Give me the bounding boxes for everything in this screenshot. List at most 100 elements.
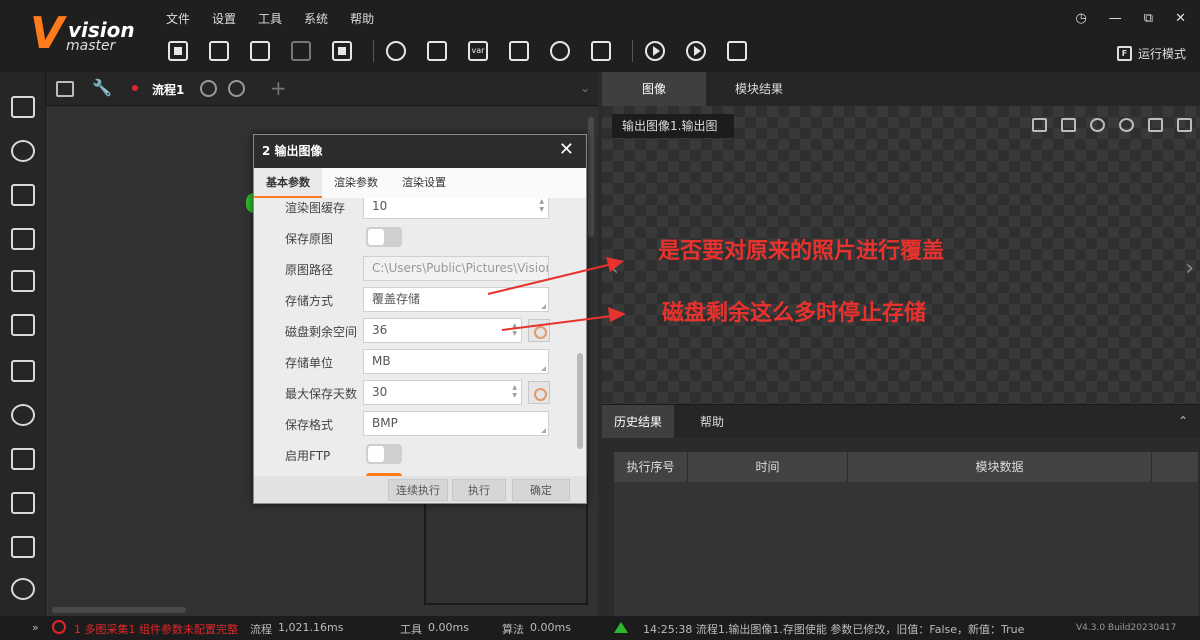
image-source-select[interactable]: 输出图像1.输出图 <box>612 114 734 138</box>
disk-space-input[interactable]: 36 ▲ ▼ <box>363 318 522 343</box>
canvas-vertical-scrollbar[interactable] <box>588 117 594 237</box>
menu-file[interactable]: 文件 <box>166 10 190 27</box>
column-module-data[interactable]: 模块数据 <box>848 452 1152 482</box>
image-settings-tool-icon[interactable] <box>11 448 35 470</box>
tab-help[interactable]: 帮助 <box>674 405 750 439</box>
device-icon[interactable] <box>509 41 529 61</box>
toolbar-separator <box>632 40 633 62</box>
compare-tool-icon[interactable] <box>11 360 35 382</box>
recognition-tool-icon[interactable] <box>11 404 35 426</box>
tab-image[interactable]: 图像 <box>602 72 706 106</box>
tree-icon[interactable] <box>56 81 74 97</box>
locate-tool-icon[interactable] <box>11 140 35 162</box>
run-loop-icon[interactable] <box>686 41 706 61</box>
log-message: 14:25:38 流程1.输出图像1.存图使能 参数已修改，旧值：False，新… <box>643 623 1025 636</box>
flow-tab-name[interactable]: 流程1 <box>152 81 184 98</box>
original-path-input[interactable]: C:\Users\Public\Pictures\Vision <box>363 256 549 281</box>
tab-render-params[interactable]: 渲染参数 <box>322 168 390 198</box>
run-once-icon[interactable] <box>645 41 665 61</box>
spinner-icon[interactable]: ▲ ▼ <box>539 198 544 214</box>
canvas-horizontal-scrollbar[interactable] <box>52 607 186 613</box>
var-icon[interactable]: var <box>468 41 488 61</box>
max-days-input[interactable]: 30 ▲ ▼ <box>363 380 522 405</box>
logo-text-master: master <box>66 38 116 54</box>
tab-render-settings[interactable]: 渲染设置 <box>390 168 458 198</box>
dialog-tabs: 基本参数 渲染参数 渲染设置 <box>254 168 586 198</box>
column-time[interactable]: 时间 <box>688 452 848 482</box>
split-tool-icon[interactable] <box>11 492 35 514</box>
grid-view-icon[interactable] <box>1061 118 1076 132</box>
param-label: 保存原图 <box>285 232 334 246</box>
render-cache-input[interactable]: 10 ▲ ▼ <box>363 198 549 219</box>
restore-button[interactable]: ⧉ <box>1144 11 1153 26</box>
loop-flow-icon[interactable] <box>228 80 245 97</box>
chevron-down-icon[interactable]: ⌄ <box>580 81 590 95</box>
param-row-disk-space: 磁盘剩余空间 36 ▲ ▼ <box>254 318 574 344</box>
continuous-execute-button[interactable]: 连续执行 <box>388 479 448 501</box>
chevron-up-icon[interactable]: ⌃ <box>1178 414 1188 428</box>
tab-basic-params[interactable]: 基本参数 <box>254 168 322 198</box>
wrench-icon[interactable]: 🔧 <box>92 78 112 97</box>
save-original-toggle[interactable] <box>366 227 402 247</box>
tab-module-results[interactable]: 模块结果 <box>706 72 812 106</box>
dialog-title[interactable]: 2 输出图像 <box>254 135 586 168</box>
refresh-icon[interactable] <box>550 41 570 61</box>
menu-tools[interactable]: 工具 <box>258 10 282 27</box>
undo-icon[interactable] <box>250 41 270 61</box>
camera-icon[interactable] <box>386 41 406 61</box>
save-icon[interactable] <box>168 41 188 61</box>
actual-size-icon[interactable] <box>1148 118 1163 132</box>
spinner-icon[interactable]: ▲ ▼ <box>512 322 517 338</box>
measure-tool-icon[interactable] <box>11 228 35 250</box>
run-flow-icon[interactable] <box>200 80 217 97</box>
close-icon[interactable]: ✕ <box>559 139 574 160</box>
redo-icon[interactable] <box>291 41 311 61</box>
next-image-arrow[interactable]: › <box>1185 256 1194 281</box>
script-icon[interactable] <box>591 41 611 61</box>
minimize-button[interactable]: — <box>1109 11 1122 26</box>
menu-help[interactable]: 帮助 <box>350 10 374 27</box>
column-exec-index[interactable]: 执行序号 <box>614 452 688 482</box>
storage-mode-select[interactable]: 覆盖存储 <box>363 287 549 312</box>
confirm-button[interactable]: 确定 <box>512 479 570 501</box>
lock-icon[interactable] <box>332 41 352 61</box>
previous-image-arrow[interactable]: ‹ <box>610 256 619 281</box>
param-row-storage-unit: 存储单位 MB <box>254 349 574 375</box>
tab-history-results[interactable]: 历史结果 <box>602 405 674 439</box>
fill-tool-icon[interactable] <box>11 536 35 558</box>
adjust-icon[interactable] <box>427 41 447 61</box>
run-mode-button[interactable]: F 运行模式 <box>1116 45 1186 62</box>
image-toolbar <box>1032 118 1192 132</box>
communication-tool-icon[interactable] <box>11 578 35 600</box>
menu-system[interactable]: 系统 <box>304 10 328 27</box>
fit-window-icon[interactable] <box>1177 118 1192 132</box>
execute-button[interactable]: 执行 <box>452 479 506 501</box>
storage-unit-select[interactable]: MB <box>363 349 549 374</box>
history-tab-bar: 历史结果 帮助 ⌃ <box>602 404 1200 439</box>
clock-icon[interactable]: ◷ <box>1075 11 1086 26</box>
history-table-body <box>614 482 1198 616</box>
camera-tool-icon[interactable] <box>11 96 35 118</box>
menu-settings[interactable]: 设置 <box>212 10 236 27</box>
link-icon[interactable] <box>528 381 550 404</box>
split-view-icon[interactable] <box>1032 118 1047 132</box>
add-flow-button[interactable]: + <box>270 76 287 100</box>
zoom-in-icon[interactable] <box>1090 118 1105 132</box>
expand-icon[interactable]: » <box>32 621 39 634</box>
param-row-render-cache: 渲染图缓存 10 ▲ ▼ <box>254 198 574 220</box>
error-message[interactable]: 1 多图采集1 组件参数未配置完整 <box>74 621 238 637</box>
save-format-select[interactable]: BMP <box>363 411 549 436</box>
image-edit-tool-icon[interactable] <box>11 184 35 206</box>
save-format-value: BMP <box>372 416 398 430</box>
link-icon[interactable] <box>528 319 550 342</box>
dialog-scrollbar[interactable] <box>577 353 583 449</box>
zoom-out-icon[interactable] <box>1119 118 1134 132</box>
calibration-tool-icon[interactable] <box>11 314 35 336</box>
edit-icon[interactable] <box>727 41 747 61</box>
close-button[interactable]: ✕ <box>1175 11 1186 26</box>
spinner-icon[interactable]: ▲ ▼ <box>512 384 517 400</box>
enable-ftp-toggle[interactable] <box>366 444 402 464</box>
param-row-enable-ftp: 启用FTP <box>254 442 574 468</box>
focus-tool-icon[interactable] <box>11 270 35 292</box>
open-folder-icon[interactable] <box>209 41 229 61</box>
